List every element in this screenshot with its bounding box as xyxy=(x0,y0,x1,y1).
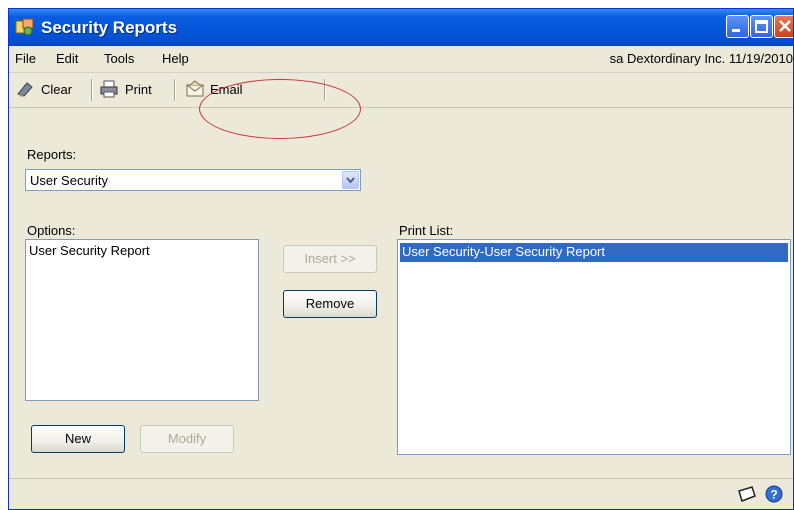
user-company-date: sa Dextordinary Inc. 11/19/2010 xyxy=(609,51,793,66)
chevron-down-icon xyxy=(346,177,355,184)
printer-icon xyxy=(100,80,118,98)
title-bar[interactable]: Security Reports xyxy=(9,9,793,46)
new-button[interactable]: New xyxy=(31,425,125,453)
reports-selected-value: User Security xyxy=(30,173,109,188)
toolbar: Clear Print Email xyxy=(9,73,793,108)
eraser-icon xyxy=(17,82,33,97)
minimize-icon xyxy=(732,29,740,32)
toolbar-separator xyxy=(91,79,93,101)
email-button[interactable]: Email xyxy=(210,82,243,97)
remove-button[interactable]: Remove xyxy=(283,290,377,318)
options-list-item[interactable]: User Security Report xyxy=(29,243,150,258)
modify-button[interactable]: Modify xyxy=(140,425,234,453)
security-reports-app-icon xyxy=(15,18,34,36)
maximize-button[interactable] xyxy=(750,15,773,38)
print-list-item-selected[interactable]: User Security-User Security Report xyxy=(400,243,788,262)
menu-help[interactable]: Help xyxy=(162,51,189,66)
insert-button[interactable]: Insert >> xyxy=(283,245,377,273)
help-icon[interactable]: ? xyxy=(765,485,783,503)
close-button[interactable] xyxy=(774,15,793,38)
svg-text:?: ? xyxy=(770,488,777,502)
close-icon xyxy=(779,20,791,32)
print-list[interactable]: User Security-User Security Report xyxy=(397,239,791,455)
options-label: Options: xyxy=(27,223,76,238)
print-button[interactable]: Print xyxy=(125,82,152,97)
maximize-icon xyxy=(755,20,768,33)
security-reports-window: Security Reports File Edit Tools Help sa… xyxy=(8,8,794,510)
toolbar-separator xyxy=(174,79,176,101)
reports-dropdown-button[interactable] xyxy=(342,171,359,189)
toolbar-separator xyxy=(324,79,326,101)
clear-button[interactable]: Clear xyxy=(41,82,72,97)
window-title: Security Reports xyxy=(41,18,178,37)
menu-edit[interactable]: Edit xyxy=(56,51,78,66)
minimize-button[interactable] xyxy=(726,15,749,38)
menu-tools[interactable]: Tools xyxy=(104,51,134,66)
email-icon xyxy=(186,80,204,97)
menu-file[interactable]: File xyxy=(15,51,36,66)
status-bar: ? xyxy=(9,478,793,509)
options-list[interactable]: User Security Report xyxy=(25,239,259,401)
menu-bar: File Edit Tools Help sa Dextordinary Inc… xyxy=(9,46,793,73)
print-list-label: Print List: xyxy=(399,223,454,238)
note-icon[interactable] xyxy=(736,485,758,503)
reports-label: Reports: xyxy=(27,147,77,162)
reports-dropdown[interactable]: User Security xyxy=(25,169,361,191)
